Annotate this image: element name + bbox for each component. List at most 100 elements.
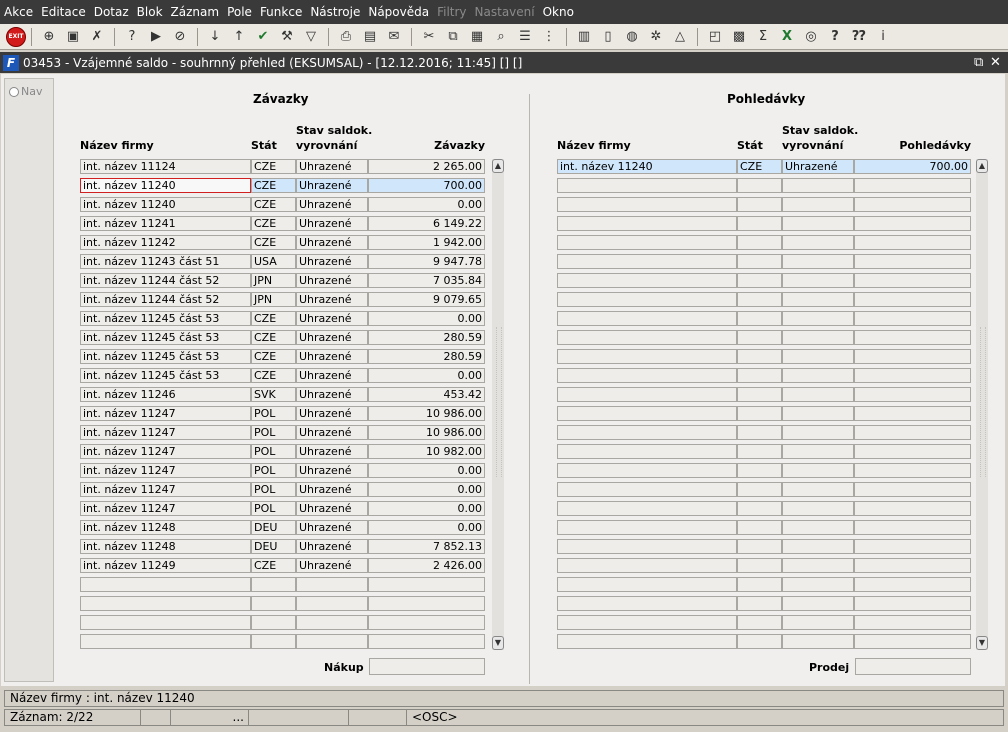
cell-name[interactable] [557, 178, 737, 193]
accept-icon[interactable]: ✔ [253, 27, 273, 47]
cut-icon[interactable]: ✂ [419, 27, 439, 47]
cell-name[interactable] [557, 520, 737, 535]
cell-state[interactable]: Uhrazené [296, 482, 368, 497]
clipboard-icon[interactable]: ▥ [574, 27, 594, 47]
cell-amount[interactable]: 0.00 [368, 482, 485, 497]
cell-country[interactable]: CZE [251, 311, 296, 326]
cell-state[interactable] [782, 197, 854, 212]
cell-state[interactable]: Uhrazené [296, 368, 368, 383]
cell-name[interactable]: int. název 11247 [80, 425, 251, 440]
cell-country[interactable] [737, 520, 782, 535]
cell-state[interactable] [782, 558, 854, 573]
scroll-up-icon[interactable]: ▲ [976, 159, 988, 173]
cell-name[interactable]: int. název 11240 [80, 197, 251, 212]
cell-name[interactable] [557, 368, 737, 383]
delete-record-icon[interactable]: ✗ [87, 27, 107, 47]
cell-country[interactable]: JPN [251, 273, 296, 288]
save-icon[interactable]: ▣ [63, 27, 83, 47]
menu-item[interactable]: Editace [37, 0, 90, 24]
cell-amount[interactable] [854, 444, 971, 459]
cell-country[interactable]: CZE [251, 216, 296, 231]
cell-name[interactable]: int. název 11247 [80, 501, 251, 516]
cell-state[interactable] [782, 330, 854, 345]
cell-country[interactable]: POL [251, 501, 296, 516]
cell-amount[interactable]: 2 265.00 [368, 159, 485, 174]
cell-name[interactable]: int. název 11124 [80, 159, 251, 174]
cell-state[interactable]: Uhrazené [296, 178, 368, 193]
cell-state[interactable] [782, 368, 854, 383]
cell-name[interactable] [557, 216, 737, 231]
cell-amount[interactable] [854, 425, 971, 440]
cell-state[interactable] [782, 520, 854, 535]
cell-country[interactable]: USA [251, 254, 296, 269]
cell-name[interactable]: int. název 11247 [80, 406, 251, 421]
query-cancel-icon[interactable]: ⊘ [170, 27, 190, 47]
cell-name[interactable]: int. název 11247 [80, 444, 251, 459]
cell-amount[interactable]: 0.00 [368, 520, 485, 535]
nakup-field[interactable] [369, 658, 485, 675]
cell-name[interactable]: int. název 11245 část 53 [80, 311, 251, 326]
cell-name[interactable] [557, 425, 737, 440]
cell-country[interactable]: POL [251, 463, 296, 478]
cell-amount[interactable] [854, 501, 971, 516]
cell-name[interactable] [557, 558, 737, 573]
cell-name[interactable] [557, 254, 737, 269]
cell-country[interactable] [737, 463, 782, 478]
cell-state[interactable]: Uhrazené [296, 539, 368, 554]
cell-state[interactable]: Uhrazené [296, 254, 368, 269]
cell-name[interactable]: int. název 11249 [80, 558, 251, 573]
cell-country[interactable] [737, 444, 782, 459]
globe-icon[interactable]: ◍ [622, 27, 642, 47]
cell-amount[interactable]: 9 947.78 [368, 254, 485, 269]
pohledavky-scrollbar[interactable]: ▲ ▼ [976, 159, 988, 650]
cell-state[interactable]: Uhrazené [296, 235, 368, 250]
cell-name[interactable]: int. název 11247 [80, 463, 251, 478]
cell-amount[interactable]: 280.59 [368, 349, 485, 364]
document-icon[interactable]: ▯ [598, 27, 618, 47]
cell-name[interactable] [557, 235, 737, 250]
cell-name[interactable] [557, 273, 737, 288]
tree-icon[interactable]: ⋮ [539, 27, 559, 47]
cell-amount[interactable] [854, 216, 971, 231]
cell-amount[interactable]: 700.00 [854, 159, 971, 174]
cell-state[interactable] [782, 387, 854, 402]
cell-amount[interactable] [854, 178, 971, 193]
cell-state[interactable]: Uhrazené [296, 159, 368, 174]
cell-country[interactable] [737, 254, 782, 269]
cell-country[interactable] [737, 615, 782, 630]
print-preview-icon[interactable]: ▤ [360, 27, 380, 47]
exit-button[interactable]: EXIT [6, 26, 26, 47]
cell-country[interactable]: DEU [251, 539, 296, 554]
scroll-down-icon[interactable]: ▼ [492, 636, 504, 650]
cell-country[interactable] [737, 273, 782, 288]
chart-icon[interactable]: ◰ [705, 27, 725, 47]
cell-state[interactable] [782, 501, 854, 516]
cell-amount[interactable] [854, 558, 971, 573]
menu-item[interactable]: Dotaz [90, 0, 133, 24]
cell-country[interactable]: CZE [251, 349, 296, 364]
sum-icon[interactable]: Σ [753, 27, 773, 47]
cell-name[interactable] [557, 444, 737, 459]
info-icon[interactable]: ⅰ [873, 27, 893, 47]
cell-state[interactable] [782, 178, 854, 193]
cell-state[interactable]: Uhrazené [296, 520, 368, 535]
cell-amount[interactable] [368, 577, 485, 592]
menu-item[interactable]: Blok [133, 0, 167, 24]
cell-name[interactable] [557, 311, 737, 326]
cell-country[interactable]: SVK [251, 387, 296, 402]
cell-state[interactable] [782, 615, 854, 630]
cell-name[interactable] [80, 596, 251, 611]
menu-item[interactable]: Pole [223, 0, 256, 24]
excel-icon[interactable]: X [777, 27, 797, 47]
cell-name[interactable]: int. název 11240 [80, 178, 251, 193]
cell-name[interactable] [557, 292, 737, 307]
cell-state[interactable] [296, 634, 368, 649]
cell-country[interactable] [737, 311, 782, 326]
cell-state[interactable]: Uhrazené [296, 216, 368, 231]
zavazky-scrollbar[interactable]: ▲ ▼ [492, 159, 504, 650]
sort-ascending-icon[interactable]: ↓ [205, 27, 225, 47]
warning-icon[interactable]: △ [670, 27, 690, 47]
cell-name[interactable] [80, 615, 251, 630]
cell-name[interactable]: int. název 11247 [80, 482, 251, 497]
cell-name[interactable]: int. název 11244 část 52 [80, 273, 251, 288]
